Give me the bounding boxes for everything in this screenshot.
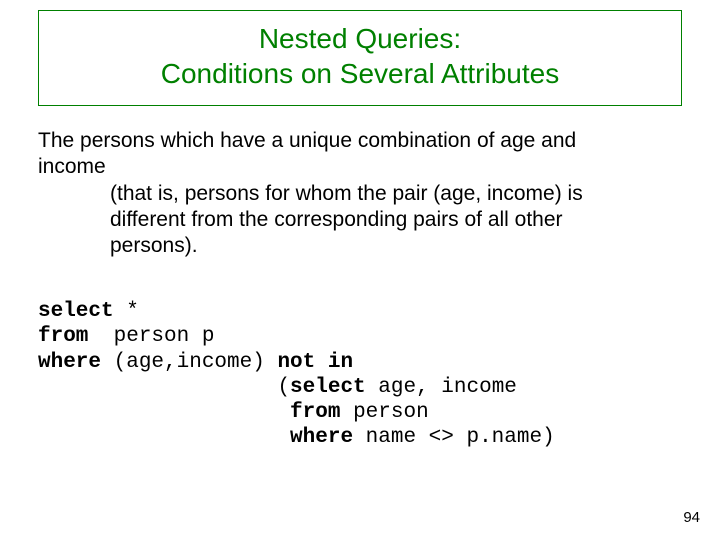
paren-line-1: (that is, persons for whom the pair (age… [110,181,682,207]
kw-notin: not in [277,351,353,374]
page-number: 94 [683,509,700,526]
sql-sub-where-rest: name <> p.name) [353,426,555,449]
kw-where2: where [290,426,353,449]
kw-from: from [38,325,88,348]
sql-sub-open: ( [38,376,290,399]
sql-from-rest: person p [88,325,214,348]
slide: Nested Queries: Conditions on Several At… [0,0,720,540]
title-line-2: Conditions on Several Attributes [59,56,661,91]
sql-code: select * from person p where (age,income… [38,299,690,450]
kw-select: select [38,300,114,323]
title-box: Nested Queries: Conditions on Several At… [38,10,682,106]
paren-line-3: persons). [110,233,682,259]
sql-sub-from-pad [38,401,290,424]
sql-star: * [114,300,139,323]
body-text: The persons which have a unique combinat… [38,128,682,259]
sql-sub-select-rest: age, income [366,376,517,399]
parenthetical: (that is, persons for whom the pair (age… [110,181,682,260]
intro-line-1: The persons which have a unique combinat… [38,128,682,154]
title-line-1: Nested Queries: [59,21,661,56]
kw-select2: select [290,376,366,399]
paren-line-2: different from the corresponding pairs o… [110,207,682,233]
kw-where: where [38,351,101,374]
sql-sub-where-pad [38,426,290,449]
kw-from2: from [290,401,340,424]
sql-where-tuple: (age,income) [101,351,277,374]
intro-line-2: income [38,154,682,180]
sql-sub-from-rest: person [340,401,428,424]
